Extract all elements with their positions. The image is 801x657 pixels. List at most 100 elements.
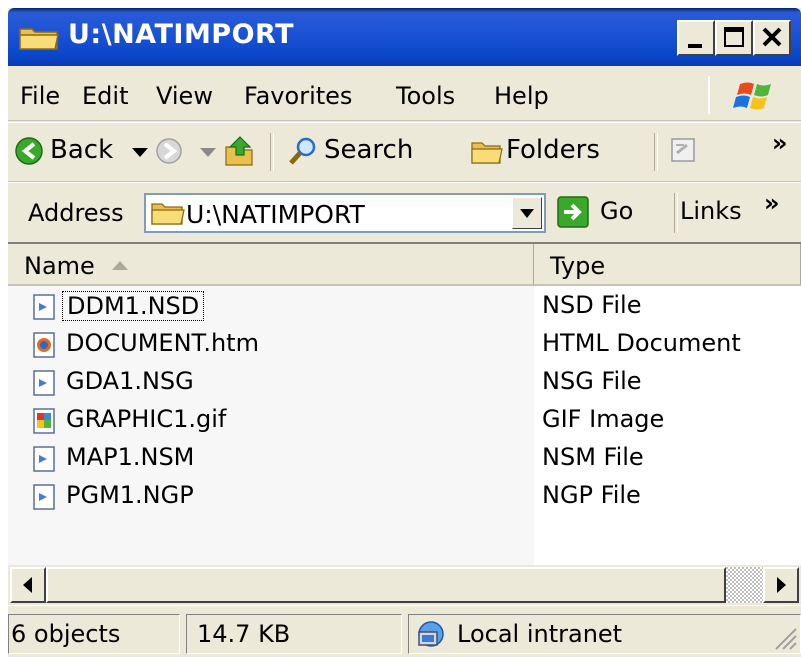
file-row[interactable]: DOCUMENT.htm HTML Document	[8, 326, 801, 364]
menu-file-label: File	[20, 82, 61, 110]
address-dropdown-button[interactable]	[512, 197, 542, 229]
views-icon	[671, 138, 695, 162]
go-button-label: Go	[600, 197, 634, 225]
column-header-type-label: Type	[550, 252, 606, 280]
folder-icon	[19, 28, 59, 50]
status-bar: 6 objects 14.7 KB Local intranet	[8, 605, 801, 657]
windows-flag-icon	[733, 82, 771, 110]
file-row[interactable]: DDM1.NSD NSD File	[8, 288, 801, 326]
status-size-panel: 14.7 KB	[186, 614, 402, 654]
links-button[interactable]: Links »	[680, 189, 780, 225]
close-button[interactable]	[753, 20, 791, 56]
toolbar-separator	[654, 133, 658, 171]
scrollbar-thumb[interactable]	[46, 567, 726, 603]
close-icon	[762, 27, 782, 47]
menu-help-label: Help	[494, 82, 549, 110]
file-name: DOCUMENT.htm	[66, 329, 259, 357]
back-button-label: Back	[50, 135, 114, 165]
menu-edit-label: Edit	[82, 82, 129, 110]
file-list[interactable]: Name Type DDM1.NSD NSD File DOCUMENT.htm…	[8, 242, 801, 567]
file-type: NSM File	[542, 443, 644, 471]
menu-view[interactable]: View	[156, 82, 213, 110]
file-name: MAP1.NSM	[66, 443, 195, 471]
menu-help[interactable]: Help	[494, 82, 549, 110]
explorer-window: U:\NATIMPORT File Edit View Favorites To…	[8, 8, 801, 657]
file-type: NSD File	[542, 291, 642, 319]
up-folder-icon	[225, 136, 253, 166]
folders-icon	[471, 142, 503, 164]
file-name: GRAPHIC1.gif	[66, 405, 227, 433]
file-row[interactable]: PGM1.NGP NGP File	[8, 478, 801, 516]
toolbar-chevron[interactable]: »	[772, 129, 788, 165]
menu-favorites[interactable]: Favorites	[244, 82, 352, 110]
local-intranet-icon	[418, 621, 444, 647]
status-zone-text: Local intranet	[457, 620, 623, 648]
horizontal-scrollbar[interactable]	[8, 565, 801, 605]
menu-file[interactable]: File	[20, 82, 60, 110]
links-separator	[674, 193, 678, 233]
chevron-down-icon	[520, 209, 534, 218]
menu-bar: File Edit View Favorites Tools Help	[8, 70, 801, 121]
views-button[interactable]	[668, 133, 702, 169]
nsm-file-icon	[33, 446, 55, 472]
file-name: GDA1.NSG	[66, 367, 194, 395]
file-name: DDM1.NSD	[62, 291, 205, 321]
folder-icon	[151, 203, 185, 225]
window-title: U:\NATIMPORT	[68, 19, 295, 50]
arrow-right-icon	[777, 577, 786, 593]
file-row[interactable]: GDA1.NSG NSG File	[8, 364, 801, 402]
links-chevron-icon: »	[764, 189, 780, 217]
status-objects-text: 6 objects	[11, 620, 121, 648]
nsg-file-icon	[33, 370, 55, 396]
gif-image-icon	[33, 408, 55, 434]
back-dropdown-icon	[132, 148, 148, 157]
menu-favorites-label: Favorites	[244, 82, 353, 110]
menu-tools[interactable]: Tools	[396, 82, 455, 110]
go-arrow-icon	[557, 196, 589, 228]
scrollbar-track[interactable]	[726, 567, 763, 603]
file-type: NGP File	[542, 481, 641, 509]
windows-logo	[708, 76, 801, 114]
file-row[interactable]: GRAPHIC1.gif GIF Image	[8, 402, 801, 440]
links-label: Links	[680, 197, 742, 225]
column-header-name-label: Name	[24, 252, 95, 280]
file-row[interactable]: MAP1.NSM NSM File	[8, 440, 801, 478]
minimize-icon	[688, 44, 702, 48]
minimize-button[interactable]	[677, 20, 715, 56]
toolbar-separator	[270, 133, 274, 171]
file-type: HTML Document	[542, 329, 741, 357]
maximize-button[interactable]	[715, 20, 753, 56]
resize-grip-icon[interactable]	[770, 623, 798, 651]
toolbar-chevron-icon: »	[772, 129, 788, 157]
column-header-name[interactable]: Name	[8, 244, 534, 286]
menu-tools-label: Tools	[396, 82, 456, 110]
forward-arrow-icon	[156, 138, 182, 164]
search-icon	[289, 137, 316, 165]
sort-ascending-icon	[112, 261, 128, 270]
file-type: GIF Image	[542, 405, 665, 433]
menu-view-label: View	[156, 82, 213, 110]
status-size-text: 14.7 KB	[197, 620, 291, 648]
address-label: Address	[28, 199, 124, 227]
scroll-right-button[interactable]	[763, 567, 799, 603]
scroll-left-button[interactable]	[10, 567, 46, 603]
nsd-file-icon	[33, 294, 55, 320]
up-folder-button[interactable]	[222, 133, 256, 169]
ngp-file-icon	[33, 484, 55, 510]
status-objects-panel: 6 objects	[8, 614, 180, 654]
address-field[interactable]: U:\NATIMPORT	[144, 193, 546, 233]
arrow-left-icon	[23, 577, 32, 593]
address-value: U:\NATIMPORT	[186, 200, 365, 229]
html-document-icon	[33, 332, 55, 358]
forward-dropdown-icon	[200, 148, 216, 157]
status-zone-panel: Local intranet	[408, 614, 801, 654]
standard-toolbar: Back Search Folders »	[8, 122, 801, 182]
search-button-label: Search	[324, 135, 414, 165]
back-arrow-icon	[15, 137, 43, 165]
file-type: NSG File	[542, 367, 642, 395]
column-header-type[interactable]: Type	[534, 244, 801, 286]
folders-button-label: Folders	[506, 135, 600, 165]
menu-edit[interactable]: Edit	[82, 82, 128, 110]
title-bar[interactable]: U:\NATIMPORT	[8, 8, 801, 66]
file-name: PGM1.NGP	[66, 481, 194, 509]
